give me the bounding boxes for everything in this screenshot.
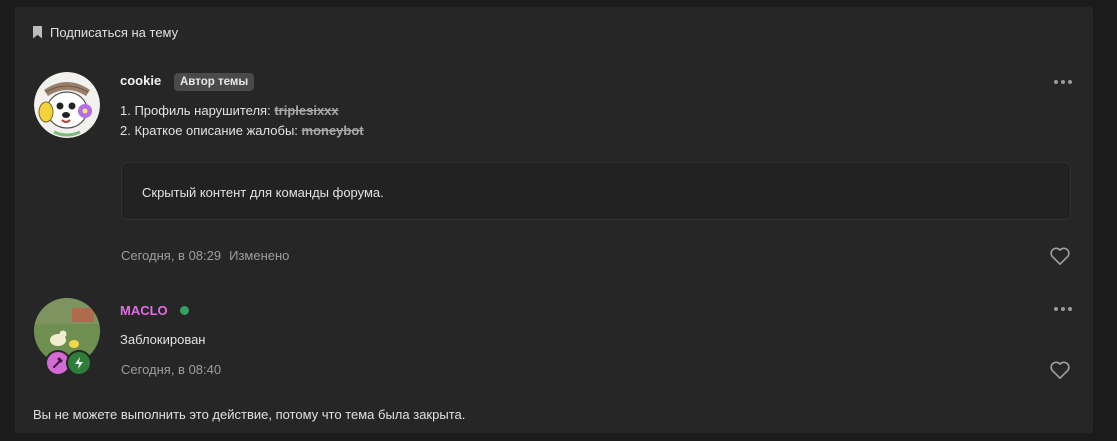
thread-panel: Подписаться на тему cookie Автор темы 1.… bbox=[15, 7, 1093, 433]
dot-icon bbox=[1068, 307, 1072, 311]
heart-icon[interactable] bbox=[1049, 246, 1071, 266]
dot-icon bbox=[1061, 80, 1065, 84]
thread-closed-notice: Вы не можете выполнить это действие, пот… bbox=[33, 407, 466, 422]
dot-icon bbox=[1068, 80, 1072, 84]
post-line: 2. Краткое описание жалобы: moneybot bbox=[120, 123, 364, 138]
rank-badge bbox=[66, 350, 92, 376]
hidden-content-box: Скрытый контент для команды форума. bbox=[121, 162, 1071, 220]
bookmark-icon bbox=[33, 25, 42, 39]
dot-icon bbox=[1054, 307, 1058, 311]
strike-value: triplesixxx bbox=[274, 103, 339, 118]
post-menu-button[interactable] bbox=[1052, 76, 1074, 88]
hidden-content-text: Скрытый контент для команды форума. bbox=[142, 185, 384, 200]
author-badge: Автор темы bbox=[174, 73, 255, 91]
strike-value: moneybot bbox=[301, 123, 364, 138]
lightning-icon bbox=[75, 357, 83, 369]
author-name[interactable]: cookie bbox=[120, 73, 161, 88]
line-prefix: 2. Краткое описание жалобы: bbox=[120, 123, 302, 138]
edited-link[interactable]: Изменено bbox=[229, 248, 289, 263]
dot-icon bbox=[1054, 80, 1058, 84]
post-meta: Сегодня, в 08:40 bbox=[121, 362, 221, 377]
hammer-icon bbox=[53, 357, 63, 368]
heart-icon[interactable] bbox=[1049, 360, 1071, 380]
subscribe-label: Подписаться на тему bbox=[50, 24, 179, 40]
online-status-icon bbox=[180, 306, 189, 315]
avatar[interactable] bbox=[34, 72, 100, 138]
post-line: 1. Профиль нарушителя: triplesixxx bbox=[120, 103, 339, 118]
line-prefix: 1. Профиль нарушителя: bbox=[120, 103, 275, 118]
post-time[interactable]: Сегодня, в 08:40 bbox=[121, 362, 221, 377]
post-content: Заблокирован bbox=[120, 332, 206, 347]
author-name[interactable]: MACLO bbox=[120, 303, 168, 318]
avatar-image bbox=[34, 72, 100, 138]
subscribe-button[interactable]: Подписаться на тему bbox=[33, 23, 178, 41]
post-menu-button[interactable] bbox=[1052, 303, 1074, 315]
dot-icon bbox=[1061, 307, 1065, 311]
post-time[interactable]: Сегодня, в 08:29 bbox=[121, 248, 221, 263]
post-meta: Сегодня, в 08:29 Изменено bbox=[121, 248, 289, 263]
